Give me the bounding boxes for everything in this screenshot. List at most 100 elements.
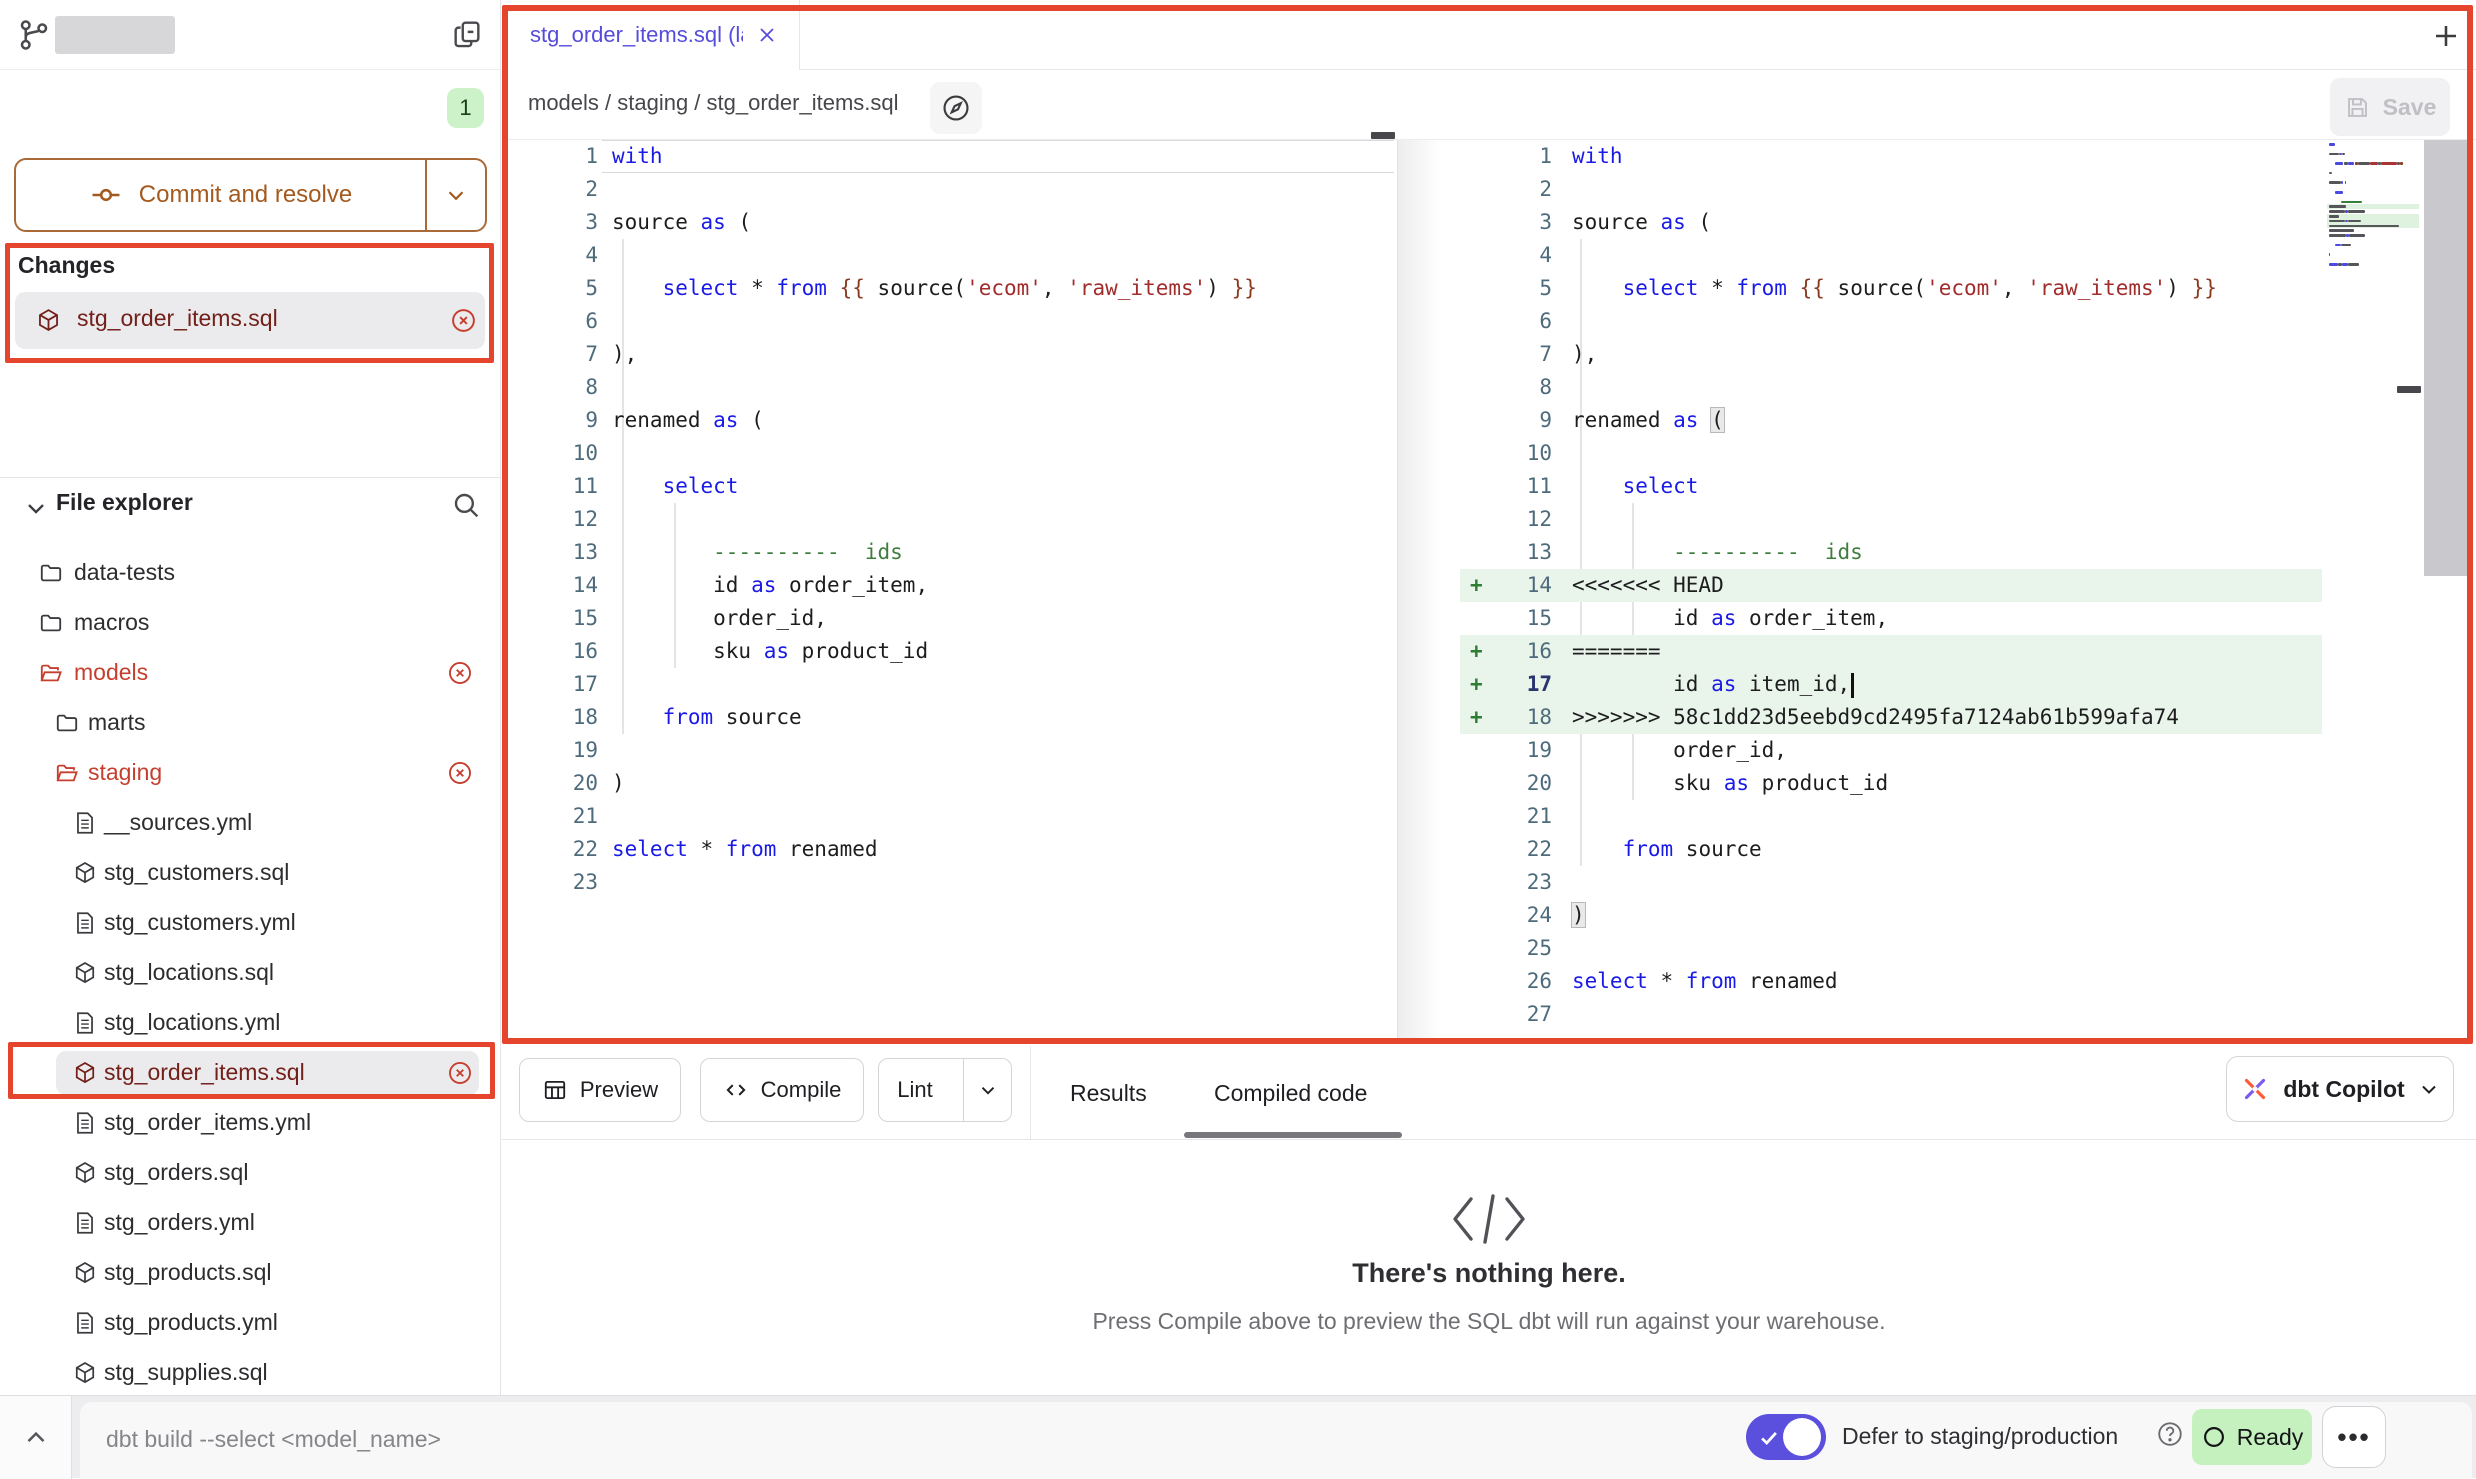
code-line-27[interactable]: 27 [1460, 998, 2473, 1031]
code-pane-original[interactable]: 1with23source as (45 select * from {{ so… [502, 140, 1397, 900]
code-line-9[interactable]: 9renamed as ( [502, 404, 1397, 437]
file-item-stg-products-sql[interactable]: stg_products.sql [0, 1248, 501, 1298]
expand-command-bar-button[interactable] [0, 1396, 72, 1479]
code-line-6[interactable]: 6 [502, 305, 1397, 338]
code-line-21[interactable]: 21 [1460, 800, 2473, 833]
editor-scrollbar[interactable] [2424, 140, 2468, 576]
file-item-stg-customers-yml[interactable]: stg_customers.yml [0, 898, 501, 948]
file-item-stg-products-yml[interactable]: stg_products.yml [0, 1298, 501, 1348]
discard-change-icon[interactable] [449, 306, 478, 335]
code-line-5[interactable]: 5 select * from {{ source('ecom', 'raw_i… [1460, 272, 2473, 305]
code-line-15[interactable]: 15 order_id, [502, 602, 1397, 635]
status-ready-badge[interactable]: Ready [2192, 1409, 2312, 1465]
file-item-macros[interactable]: macros [0, 598, 501, 648]
minimap[interactable] [2327, 142, 2419, 282]
file-item-stg-locations-sql[interactable]: stg_locations.sql [0, 948, 501, 998]
git-branch-icon[interactable] [16, 17, 52, 53]
code-line-4[interactable]: 4 [1460, 239, 2473, 272]
file-item-stg-order-items-yml[interactable]: stg_order_items.yml [0, 1098, 501, 1148]
code-line-20[interactable]: 20) [502, 767, 1397, 800]
lint-button[interactable]: Lint [878, 1058, 1012, 1122]
file-item-marts[interactable]: marts [0, 698, 501, 748]
code-line-2[interactable]: 2 [1460, 173, 2473, 206]
lineage-compass-icon[interactable] [930, 82, 982, 134]
code-line-11[interactable]: 11 select [502, 470, 1397, 503]
right-pane-scroll-marker[interactable] [2397, 386, 2421, 393]
code-line-17[interactable]: 17 [502, 668, 1397, 701]
code-line-2[interactable]: 2 [502, 173, 1397, 206]
code-line-20[interactable]: 20 sku as product_id [1460, 767, 2473, 800]
file-item-stg-orders-yml[interactable]: stg_orders.yml [0, 1198, 501, 1248]
file-item-stg-supplies-sql[interactable]: stg_supplies.sql [0, 1348, 501, 1395]
code-line-12[interactable]: 12 [1460, 503, 2473, 536]
changed-file-item[interactable]: stg_order_items.sql [15, 292, 485, 349]
code-line-24[interactable]: 24) [1460, 899, 2473, 932]
discard-change-icon[interactable] [446, 659, 474, 687]
code-line-18[interactable]: +18>>>>>>> 58c1dd23d5eebd9cd2495fa7124ab… [1460, 701, 2473, 734]
code-line-14[interactable]: +14<<<<<<< HEAD [1460, 569, 2473, 602]
code-line-10[interactable]: 10 [502, 437, 1397, 470]
discard-change-icon[interactable] [446, 1059, 474, 1087]
code-line-22[interactable]: 22 from source [1460, 833, 2473, 866]
code-line-13[interactable]: 13 ---------- ids [1460, 536, 2473, 569]
file-item-stg-orders-sql[interactable]: stg_orders.sql [0, 1148, 501, 1198]
commit-and-resolve-main[interactable]: Commit and resolve [16, 160, 425, 230]
code-line-7[interactable]: 7), [1460, 338, 2473, 371]
compile-button[interactable]: Compile [700, 1058, 864, 1122]
tab-results[interactable]: Results [1070, 1046, 1147, 1140]
code-line-8[interactable]: 8 [1460, 371, 2473, 404]
code-line-11[interactable]: 11 select [1460, 470, 2473, 503]
code-line-10[interactable]: 10 [1460, 437, 2473, 470]
code-line-14[interactable]: 14 id as order_item, [502, 569, 1397, 602]
commit-dropdown-button[interactable] [425, 160, 485, 230]
version-control-header[interactable]: Version control [0, 70, 500, 156]
code-line-22[interactable]: 22select * from renamed [502, 833, 1397, 866]
code-line-23[interactable]: 23 [502, 866, 1397, 899]
discard-change-icon[interactable] [446, 759, 474, 787]
copy-icon[interactable] [450, 17, 484, 51]
code-line-23[interactable]: 23 [1460, 866, 2473, 899]
code-line-21[interactable]: 21 [502, 800, 1397, 833]
code-line-15[interactable]: 15 id as order_item, [1460, 602, 2473, 635]
file-item-stg-locations-yml[interactable]: stg_locations.yml [0, 998, 501, 1048]
code-line-16[interactable]: 16 sku as product_id [502, 635, 1397, 668]
search-icon[interactable] [450, 489, 482, 521]
tab-compiled-code[interactable]: Compiled code [1214, 1046, 1367, 1140]
code-line-25[interactable]: 25 [1460, 932, 2473, 965]
code-line-8[interactable]: 8 [502, 371, 1397, 404]
code-line-1[interactable]: 1with [1460, 140, 2473, 173]
defer-toggle[interactable] [1746, 1414, 1826, 1460]
dbt-copilot-button[interactable]: dbt Copilot [2226, 1056, 2454, 1122]
file-explorer-header[interactable]: File explorer [0, 477, 500, 541]
code-line-19[interactable]: 19 order_id, [1460, 734, 2473, 767]
file-item-staging[interactable]: staging [0, 748, 501, 798]
tab-close-icon[interactable] [755, 23, 779, 47]
code-line-1[interactable]: 1with [502, 140, 1397, 173]
new-tab-plus-icon[interactable] [2430, 20, 2462, 52]
file-item--sources-yml[interactable]: __sources.yml [0, 798, 501, 848]
code-line-17[interactable]: +17 id as item_id, [1460, 668, 2473, 701]
code-line-18[interactable]: 18 from source [502, 701, 1397, 734]
file-item-models[interactable]: models [0, 648, 501, 698]
code-line-19[interactable]: 19 [502, 734, 1397, 767]
code-line-5[interactable]: 5 select * from {{ source('ecom', 'raw_i… [502, 272, 1397, 305]
code-line-13[interactable]: 13 ---------- ids [502, 536, 1397, 569]
more-options-button[interactable]: ••• [2322, 1406, 2386, 1468]
code-line-7[interactable]: 7), [502, 338, 1397, 371]
lint-dropdown-chevron-icon[interactable] [963, 1059, 1011, 1121]
code-line-26[interactable]: 26select * from renamed [1460, 965, 2473, 998]
code-line-12[interactable]: 12 [502, 503, 1397, 536]
help-question-icon[interactable] [2155, 1419, 2187, 1451]
save-button[interactable]: Save [2330, 78, 2450, 136]
left-pane-scroll-marker[interactable] [1371, 132, 1395, 139]
code-line-9[interactable]: 9renamed as ( [1460, 404, 2473, 437]
file-item-stg-customers-sql[interactable]: stg_customers.sql [0, 848, 501, 898]
code-line-3[interactable]: 3source as ( [502, 206, 1397, 239]
code-pane-modified[interactable]: 1with23source as (45 select * from {{ so… [1460, 140, 2473, 1032]
preview-button[interactable]: Preview [519, 1058, 681, 1122]
file-item-data-tests[interactable]: data-tests [0, 548, 501, 598]
tab-stg-order-items[interactable]: stg_order_items.sql (last c... [502, 0, 800, 70]
code-line-4[interactable]: 4 [502, 239, 1397, 272]
file-item-stg-order-items-sql[interactable]: stg_order_items.sql [0, 1048, 501, 1098]
commit-and-resolve-button[interactable]: Commit and resolve [14, 158, 487, 232]
